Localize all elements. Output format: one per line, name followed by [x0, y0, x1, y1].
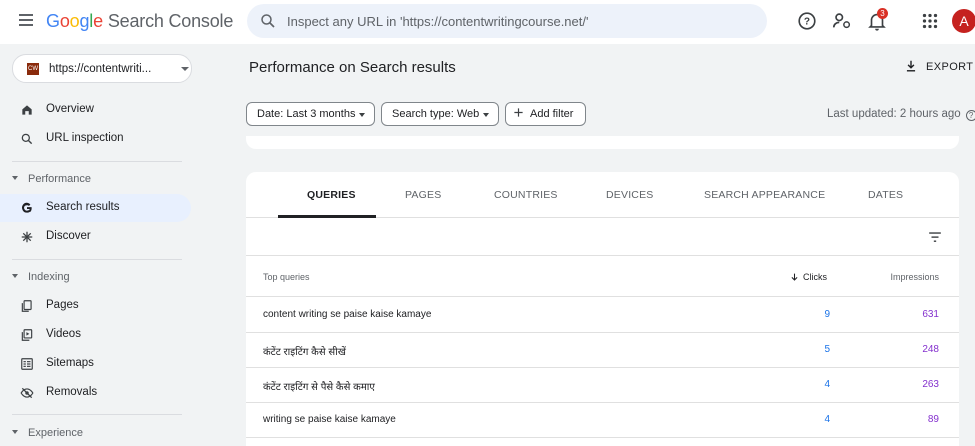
sidebar-item-label: Sitemaps: [46, 357, 94, 369]
property-selector[interactable]: CW https://contentwriti...: [12, 54, 192, 83]
chart-card: [246, 136, 959, 149]
table-row[interactable]: कंटेंट राइटिंग कैसे सीखें 5 248: [246, 333, 959, 368]
sidebar-item-removals[interactable]: Removals: [0, 379, 191, 407]
column-header-impressions[interactable]: Impressions: [890, 272, 939, 282]
table-filter-row: [246, 219, 959, 256]
sidebar-item-label: Removals: [46, 386, 98, 398]
search-input[interactable]: [287, 4, 757, 38]
tab-search-appearance[interactable]: SEARCH APPEARANCE: [704, 189, 825, 201]
collapse-icon: [12, 430, 18, 434]
sidebar-divider: [12, 259, 182, 260]
sidebar-item-url-inspection[interactable]: URL inspection: [0, 125, 191, 153]
query-cell: writing se paise kaise kamaye: [263, 414, 396, 425]
home-icon: [22, 105, 32, 115]
notification-badge: 3: [877, 8, 888, 19]
query-cell: कंटेंट राइटिंग से पैसे कैसे कमाए: [263, 382, 375, 393]
sidebar-item-label: Search results: [46, 201, 120, 213]
url-inspect-search[interactable]: [247, 4, 767, 38]
menu-icon[interactable]: [14, 11, 38, 31]
dimension-tabs: QUERIES PAGES COUNTRIES DEVICES SEARCH A…: [246, 172, 959, 218]
table-row[interactable]: content writing se paise kaise kamaye 9 …: [246, 298, 959, 333]
sidebar-item-label: Videos: [46, 328, 81, 340]
avatar[interactable]: A: [952, 9, 975, 33]
search-icon: [21, 133, 33, 145]
impressions-cell: 263: [922, 379, 939, 390]
sidebar-item-discover[interactable]: Discover: [0, 223, 191, 251]
asterisk-icon: [21, 231, 33, 243]
chevron-down-icon: [483, 113, 489, 117]
sidebar-divider: [12, 161, 182, 162]
sidebar-section-indexing[interactable]: Indexing: [12, 271, 70, 283]
apps-grid-icon[interactable]: [919, 10, 941, 32]
impressions-cell: 89: [927, 414, 939, 425]
collapse-icon: [12, 274, 18, 278]
sidebar-item-label: Overview: [46, 103, 94, 115]
search-type-filter-chip[interactable]: Search type: Web: [381, 102, 499, 126]
sidebar-item-sitemaps[interactable]: Sitemaps: [0, 350, 191, 378]
tab-queries[interactable]: QUERIES: [307, 189, 356, 201]
add-filter-button[interactable]: Add filter: [505, 102, 586, 126]
sidebar-item-search-results[interactable]: Search results: [0, 194, 191, 222]
last-updated: Last updated: 2 hours ago?: [827, 108, 975, 121]
collapse-icon: [12, 176, 18, 180]
search-icon: [261, 14, 275, 28]
clicks-cell: 5: [824, 344, 830, 355]
impressions-cell: 631: [922, 309, 939, 320]
tab-pages[interactable]: PAGES: [405, 189, 441, 201]
column-header-query: Top queries: [263, 272, 310, 282]
help-icon[interactable]: ?: [965, 110, 975, 121]
filter-rows-icon[interactable]: [928, 231, 942, 243]
table-header: Top queries Clicks Impressions: [246, 257, 959, 297]
active-tab-indicator: [278, 215, 376, 218]
sidebar-item-label: Discover: [46, 230, 91, 242]
export-button[interactable]: EXPORT: [904, 59, 973, 73]
page-title: Performance on Search results: [249, 59, 456, 76]
sitemap-icon: [21, 358, 33, 370]
sidebar-section-experience[interactable]: Experience: [12, 427, 83, 439]
property-url: https://contentwriti...: [49, 63, 152, 75]
sort-arrow-down-icon: [791, 273, 798, 281]
manage-users-icon[interactable]: [831, 10, 853, 32]
app-logo[interactable]: Google Search Console: [46, 11, 233, 32]
sidebar-item-label: URL inspection: [46, 132, 124, 144]
column-header-clicks[interactable]: Clicks: [790, 272, 827, 282]
property-favicon: CW: [27, 63, 39, 75]
sidebar-item-pages[interactable]: Pages: [0, 292, 191, 320]
results-card: QUERIES PAGES COUNTRIES DEVICES SEARCH A…: [246, 172, 959, 446]
chevron-down-icon: [181, 67, 189, 71]
clicks-cell: 4: [824, 414, 830, 425]
plus-icon: [514, 108, 523, 117]
help-icon[interactable]: ?: [796, 10, 818, 32]
sidebar-item-label: Pages: [46, 299, 79, 311]
google-g-icon: [22, 202, 32, 213]
table-row[interactable]: writing se paise kaise kamaye 4 89: [246, 403, 959, 438]
clicks-cell: 4: [824, 379, 830, 390]
sidebar-item-videos[interactable]: Videos: [0, 321, 191, 349]
sidebar-divider: [12, 414, 182, 415]
table-row[interactable]: कंटेंट राइटिंग से पैसे कैसे कमाए 4 263: [246, 368, 959, 403]
impressions-cell: 248: [922, 344, 939, 355]
query-cell: content writing se paise kaise kamaye: [263, 309, 432, 320]
date-filter-chip[interactable]: Date: Last 3 months: [246, 102, 375, 126]
svg-text:?: ?: [804, 17, 810, 28]
download-icon: [906, 60, 916, 72]
tab-devices[interactable]: DEVICES: [606, 189, 654, 201]
video-icon: [21, 329, 33, 341]
tab-dates[interactable]: DATES: [868, 189, 903, 201]
query-cell: कंटेंट राइटिंग कैसे सीखें: [263, 347, 346, 358]
chevron-down-icon: [359, 113, 365, 117]
product-name: Search Console: [107, 11, 234, 31]
tab-countries[interactable]: COUNTRIES: [494, 189, 558, 201]
top-bar: GoogleSearch Console ? 3 A: [0, 0, 975, 44]
sidebar-section-performance[interactable]: Performance: [12, 173, 91, 185]
clicks-cell: 9: [824, 309, 830, 320]
sidebar-item-overview[interactable]: Overview: [0, 96, 191, 124]
pages-icon: [21, 300, 32, 312]
eye-off-icon: [20, 387, 34, 399]
